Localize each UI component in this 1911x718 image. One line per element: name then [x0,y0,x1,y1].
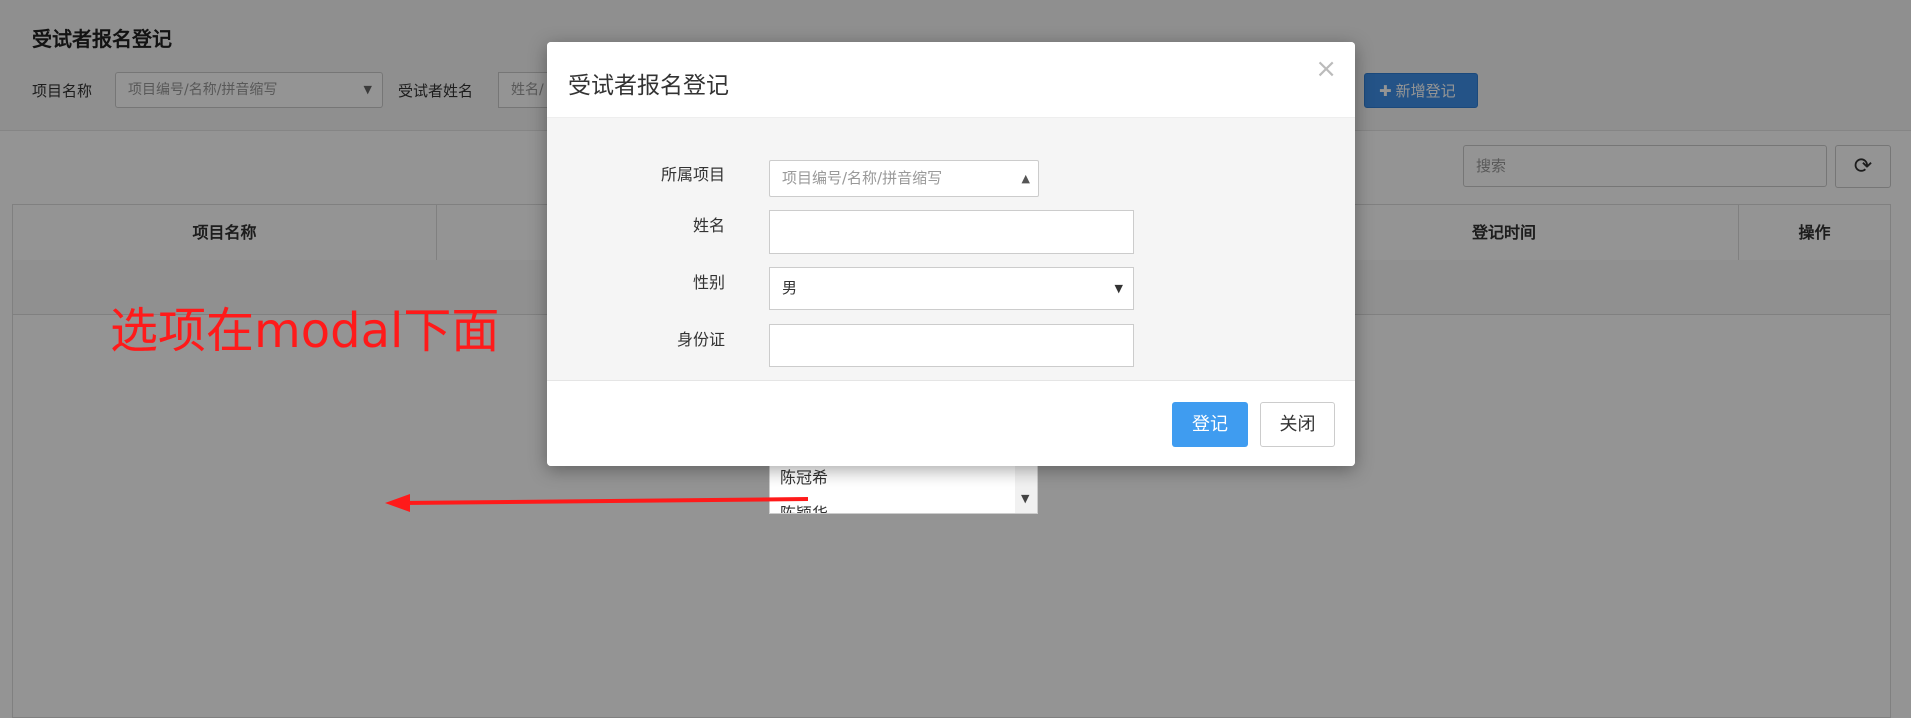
modal-title: 受试者报名登记 [568,73,729,99]
id-field-label: 身份证 [676,330,725,349]
name-field-label: 姓名 [692,216,725,235]
gender-field-label: 性别 [692,273,725,292]
project-select-placeholder: 项目编号/名称/拼音缩写 [782,169,943,187]
gender-select-value: 男 [782,279,798,297]
gender-select[interactable]: 男 ▼ [769,267,1134,310]
modal-footer: 登记 关闭 [547,380,1355,466]
close-button[interactable]: 关闭 [1260,402,1335,447]
project-field-label: 所属项目 [660,165,725,184]
close-icon[interactable]: × [1315,54,1337,84]
modal-header: 受试者报名登记 × [547,42,1355,118]
chevron-up-icon: ▲ [1021,172,1030,185]
registration-modal: 受试者报名登记 × 所属项目 项目编号/名称/拼音缩写 ▲ 姓名 性别 男 ▼ … [547,42,1355,466]
name-input[interactable] [769,210,1134,254]
chevron-down-icon: ▼ [1114,282,1123,295]
id-card-input[interactable] [769,324,1134,367]
register-button[interactable]: 登记 [1172,402,1248,447]
project-select[interactable]: 项目编号/名称/拼音缩写 ▲ [769,160,1039,197]
page: 受试者报名登记 项目名称 项目编号/名称/拼音缩写 ▼ 受试者姓名 姓名/ ✚ 新… [0,0,1911,718]
